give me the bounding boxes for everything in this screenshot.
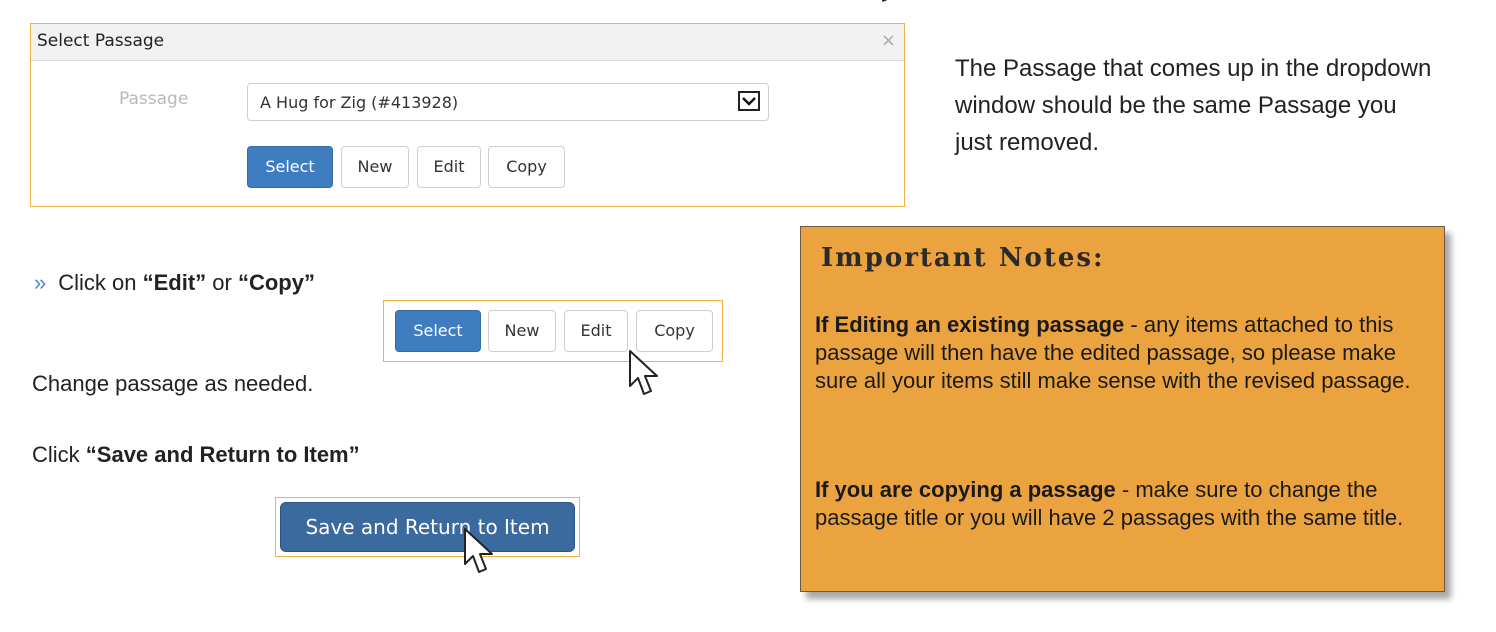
mouse-pointer-icon [881, 0, 887, 2]
dialog-title: Select Passage [37, 31, 165, 51]
mouse-pointer-icon [464, 528, 493, 573]
close-icon[interactable]: × [881, 30, 896, 51]
dropdown-arrow-icon[interactable] [738, 91, 760, 111]
example-new-button[interactable]: New [488, 310, 556, 352]
edit-quoted: “Edit” [142, 270, 207, 295]
save-button-example: Save and Return to Item [275, 497, 580, 557]
notes-editing-bold: If Editing an existing passage [815, 312, 1125, 337]
change-passage-text: Change passage as needed. [32, 371, 314, 396]
important-notes-box: Important Notes: If Editing an existing … [800, 226, 1445, 592]
edit-button[interactable]: Edit [417, 146, 481, 188]
example-select-button[interactable]: Select [395, 310, 481, 352]
notes-copying-paragraph: If you are copying a passage - make sure… [815, 476, 1440, 532]
instruction-text: Click on [58, 270, 143, 295]
instruction-click: Click [32, 442, 86, 467]
instruction-click-edit-copy: » Click on “Edit” or “Copy” [34, 270, 315, 296]
example-copy-button[interactable]: Copy [636, 310, 713, 352]
passage-explanation-text: The Passage that comes up in the dropdow… [955, 55, 1432, 156]
copy-button[interactable]: Copy [488, 146, 565, 188]
button-group-example: Select New Edit Copy [383, 300, 723, 362]
instruction-or: or [206, 270, 238, 295]
passage-select-value: A Hug for Zig (#413928) [260, 93, 459, 112]
save-and-return-button[interactable]: Save and Return to Item [280, 502, 575, 552]
bullet-icon: » [34, 270, 47, 295]
mouse-pointer-icon [629, 350, 658, 395]
instruction-click-save: Click “Save and Return to Item” [32, 442, 360, 468]
notes-editing-paragraph: If Editing an existing passage - any ite… [815, 311, 1440, 395]
passage-label: Passage [119, 89, 189, 109]
save-quoted: “Save and Return to Item” [85, 442, 360, 467]
new-button[interactable]: New [341, 146, 409, 188]
select-passage-dialog: Select Passage × Passage A Hug for Zig (… [30, 23, 905, 207]
dialog-header: Select Passage × [31, 24, 904, 61]
example-edit-button[interactable]: Edit [564, 310, 628, 352]
passage-select[interactable]: A Hug for Zig (#413928) [247, 83, 769, 121]
copy-quoted: “Copy” [237, 270, 315, 295]
notes-copying-bold: If you are copying a passage [815, 477, 1116, 502]
select-button[interactable]: Select [247, 146, 333, 188]
notes-title: Important Notes: [821, 243, 1105, 273]
